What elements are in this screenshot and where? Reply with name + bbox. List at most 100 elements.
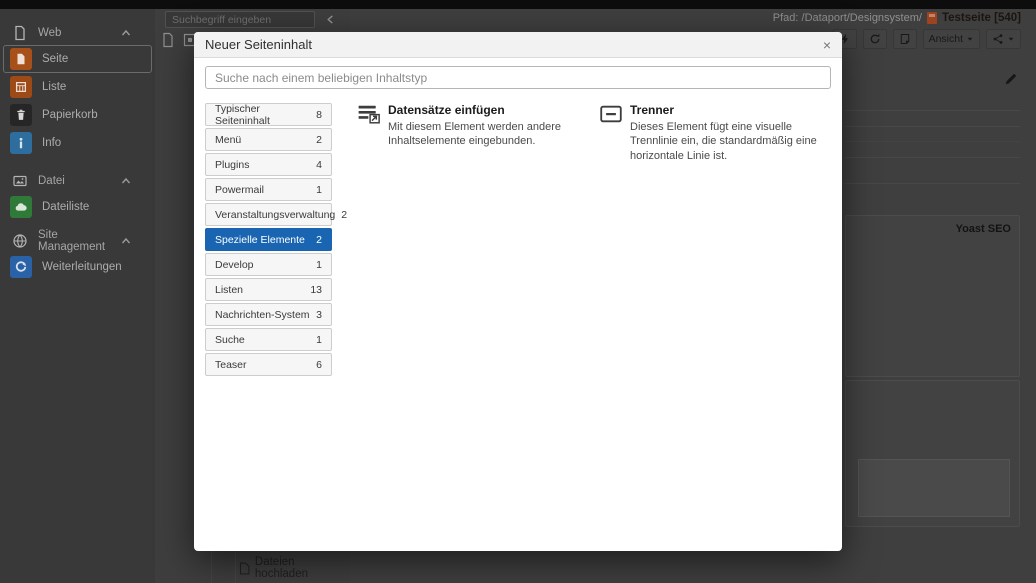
category-count: 2: [316, 133, 322, 146]
modal-header: Neuer Seiteninhalt ×: [194, 32, 842, 58]
sidebar-item-label: Dateiliste: [42, 201, 90, 213]
category-label: Listen: [215, 283, 244, 296]
category-count: 8: [316, 108, 322, 121]
doc-outline-icon: [12, 25, 28, 41]
divider-line: [845, 126, 1020, 127]
sidebar-item-label: Liste: [42, 81, 67, 93]
divider-line: [845, 110, 1020, 111]
sidebar-item-info[interactable]: Info: [3, 129, 152, 157]
content-element-title: Datensätze einfügen: [388, 103, 505, 117]
category-label: Develop: [215, 258, 254, 271]
sidebar-item-liste[interactable]: Liste: [3, 73, 152, 101]
category-count: 3: [316, 308, 322, 321]
sidebar-item-papierkorb[interactable]: Papierkorb: [3, 101, 152, 129]
content-toolbar: Ansicht: [832, 29, 1021, 49]
category-tab-powermail[interactable]: Powermail 1: [205, 178, 332, 201]
modal-columns: Typischer Seiteninhalt 8 Menü 2 Plugins 4 Powe…: [205, 103, 831, 378]
close-icon[interactable]: ×: [823, 38, 831, 52]
upload-files-label: Dateien hochladen: [254, 556, 308, 580]
share-button[interactable]: [986, 29, 1021, 49]
refresh-button[interactable]: [862, 29, 887, 49]
sidebar-section-label: Datei: [38, 175, 65, 187]
sidebar-item-label: Info: [42, 137, 62, 149]
top-bar: [0, 0, 1036, 9]
chevron-up-icon: [121, 176, 131, 186]
content-element-description: Dieses Element fügt eine visuelle Trennl…: [630, 121, 817, 162]
yoast-seo-panel: Yoast SEO: [845, 215, 1020, 377]
category-label: Plugins: [215, 158, 250, 171]
divider-line: [845, 141, 1020, 142]
sidebar-section-web[interactable]: Web: [0, 21, 155, 45]
content-type-search-input[interactable]: [205, 66, 831, 89]
category-tab-spezielle-elemente[interactable]: Spezielle Elemente 2: [205, 228, 332, 251]
content-element-description: Mit diesem Element werden andere Inhalts…: [388, 121, 562, 148]
yoast-seo-label: Yoast SEO: [955, 223, 1011, 235]
new-page-icon[interactable]: [160, 32, 176, 48]
note-button[interactable]: [892, 29, 917, 49]
content-element-trenner[interactable]: Trenner Dieses Element fügt eine visuelle…: [600, 103, 838, 163]
chevron-up-icon: [121, 236, 131, 246]
pagetree-search-input[interactable]: [165, 11, 315, 28]
category-label: Spezielle Elemente: [215, 233, 305, 246]
view-button[interactable]: Ansicht: [922, 29, 980, 49]
trash-icon: [14, 108, 28, 122]
element-list: Datensätze einfügen Mit diesem Element we…: [358, 103, 838, 378]
modal-body: Typischer Seiteninhalt 8 Menü 2 Plugins 4 Powe…: [194, 58, 842, 378]
category-tab-plugins[interactable]: Plugins 4: [205, 153, 332, 176]
pagetree-toolbar: [160, 32, 198, 48]
table-icon: [14, 80, 28, 94]
divider-line: [845, 183, 1020, 184]
category-tab-teaser[interactable]: Teaser 6: [205, 353, 332, 376]
sidebar-section-site-management[interactable]: Site Management: [0, 229, 155, 253]
category-count: 4: [316, 158, 322, 171]
sidebar-item-label: Papierkorb: [42, 109, 98, 121]
category-label: Suche: [215, 333, 245, 346]
share-icon: [992, 33, 1004, 45]
redirect-icon: [14, 260, 28, 274]
category-tab-develop[interactable]: Develop 1: [205, 253, 332, 276]
view-button-label: Ansicht: [928, 33, 963, 45]
sidebar-item-dateiliste[interactable]: Dateiliste: [3, 193, 152, 221]
category-tab-men[interactable]: Menü 2: [205, 128, 332, 151]
info-icon: [14, 136, 28, 150]
category-tab-typischer-seiteninhalt[interactable]: Typischer Seiteninhalt 8: [205, 103, 332, 127]
module-menu-list: Web Seite Liste Papierkorb Info Datei Dateilis…: [0, 21, 155, 281]
refresh-icon: [869, 33, 881, 45]
weiterleitungen-module-tile: [10, 256, 32, 278]
content-element-title: Trenner: [630, 103, 675, 117]
seite-module-tile: [10, 48, 32, 70]
file-icon: [239, 562, 250, 575]
page-icon: [926, 12, 937, 24]
category-label: Menü: [215, 133, 242, 146]
category-tab-suche[interactable]: Suche 1: [205, 328, 332, 351]
edit-pencil-icon[interactable]: [1004, 72, 1018, 86]
category-list: Typischer Seiteninhalt 8 Menü 2 Plugins 4 Powe…: [205, 103, 347, 378]
category-tab-listen[interactable]: Listen 13: [205, 278, 332, 301]
category-count: 1: [316, 333, 322, 346]
globe-icon: [12, 233, 28, 249]
sidebar-item-seite[interactable]: Seite: [3, 45, 152, 73]
category-count: 6: [316, 358, 322, 371]
sidebar-section-datei[interactable]: Datei: [0, 169, 155, 193]
chevron-down-icon: [966, 35, 974, 43]
chevron-left-icon: [326, 15, 335, 24]
collapse-pagetree-button[interactable]: [318, 11, 342, 28]
content-element-datens-tze-einf-gen[interactable]: Datensätze einfügen Mit diesem Element we…: [358, 103, 570, 149]
category-label: Powermail: [215, 183, 265, 196]
content-panel: [845, 380, 1020, 527]
note-icon: [899, 33, 911, 45]
category-tab-nachrichten-system[interactable]: Nachrichten-System 3: [205, 303, 332, 326]
sidebar-item-weiterleitungen[interactable]: Weiterleitungen: [3, 253, 152, 281]
chevron-down-icon: [1007, 35, 1015, 43]
category-label: Veranstaltungsverwaltung: [215, 208, 336, 221]
category-count: 1: [316, 258, 322, 271]
page-title[interactable]: Testseite [540]: [942, 12, 1021, 24]
sidebar-item-label: Seite: [42, 53, 69, 65]
category-count: 1: [316, 183, 322, 196]
papierkorb-module-tile: [10, 104, 32, 126]
upload-files-item[interactable]: Dateien hochladen: [239, 556, 350, 580]
category-tab-veranstaltungsverwaltung[interactable]: Veranstaltungsverwaltung 2: [205, 203, 347, 226]
sidebar-section-label: Web: [38, 27, 62, 39]
info-module-tile: [10, 132, 32, 154]
liste-module-tile: [10, 76, 32, 98]
